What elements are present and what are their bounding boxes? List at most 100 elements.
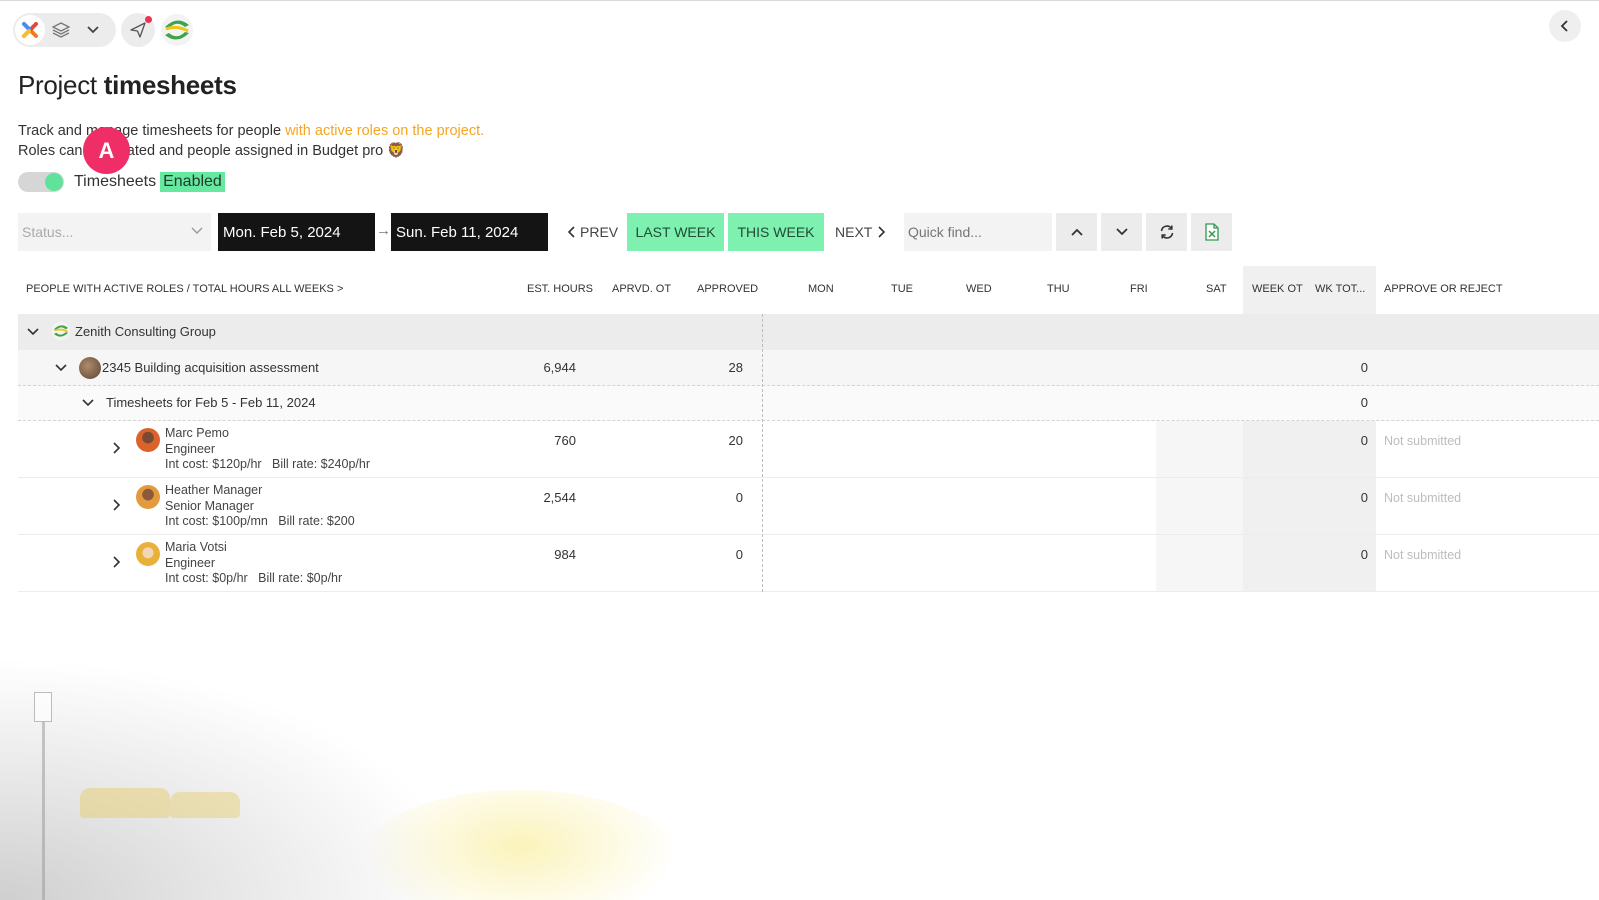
- refresh-icon: [1160, 225, 1173, 239]
- collapse-all-button[interactable]: [1101, 213, 1142, 251]
- person-role: Senior Manager: [165, 498, 254, 513]
- date-range-arrow: →: [376, 222, 391, 239]
- person-rates: Int cost: $0p/hr Bill rate: $0p/hr: [165, 571, 343, 586]
- person-est-hours: 760: [554, 433, 576, 448]
- person-wk-total: 0: [1360, 547, 1368, 562]
- chevron-right-icon[interactable]: [112, 442, 121, 454]
- quick-find-input[interactable]: [904, 213, 1052, 251]
- annotation-marker: A: [83, 127, 130, 174]
- layers-icon[interactable]: [45, 14, 77, 46]
- filter-bar: Status... Mon. Feb 5, 2024 → Sun. Feb 11…: [18, 213, 1238, 251]
- expand-all-button[interactable]: [1056, 213, 1097, 251]
- header-wk-total: WK TOT...: [1315, 283, 1366, 295]
- person-name[interactable]: Maria Votsi: [165, 540, 342, 556]
- avatar: [136, 428, 160, 452]
- group-row[interactable]: Zenith Consulting Group: [18, 314, 1599, 350]
- project-approved: 28: [728, 360, 743, 375]
- company-logo-icon: [51, 321, 71, 341]
- project-row[interactable]: 2345 Building acquisition assessment 6,9…: [18, 350, 1599, 386]
- person-details: Marc Pemo Engineer Int cost: $120p/hr Bi…: [165, 426, 370, 473]
- project-wk-total: 0: [1360, 360, 1368, 375]
- person-approved: 0: [735, 490, 743, 505]
- avatar: [136, 485, 160, 509]
- person-role: Engineer: [165, 555, 216, 570]
- header-thu: THU: [1047, 283, 1070, 295]
- timesheets-label: Timesheets: [74, 173, 157, 190]
- header-wed: WED: [966, 283, 992, 295]
- active-roles-highlight: with active roles on the project.: [285, 123, 485, 139]
- status-select[interactable]: Status...: [18, 213, 211, 251]
- person-approved: 0: [735, 547, 743, 562]
- table-row[interactable]: Marc Pemo Engineer Int cost: $120p/hr Bi…: [18, 421, 1599, 478]
- status-badge: Not submitted: [1384, 548, 1462, 562]
- send-icon: [130, 22, 146, 38]
- chevron-down-icon: [191, 227, 203, 234]
- top-border: [0, 0, 1599, 1]
- person-name[interactable]: Heather Manager: [165, 483, 355, 499]
- project-name: 2345 Building acquisition assessment: [102, 360, 319, 375]
- send-button[interactable]: [121, 13, 155, 47]
- timesheets-toggle[interactable]: [18, 172, 64, 192]
- export-excel-button[interactable]: [1191, 213, 1232, 251]
- person-name[interactable]: Marc Pemo: [165, 426, 370, 442]
- project-est-hours: 6,944: [543, 360, 576, 375]
- refresh-button[interactable]: [1146, 213, 1187, 251]
- background-photo: [0, 600, 760, 900]
- table-row[interactable]: Heather Manager Senior Manager Int cost:…: [18, 478, 1599, 535]
- company-logo-icon[interactable]: [160, 13, 194, 47]
- person-role: Engineer: [165, 441, 216, 456]
- chevron-left-icon: [1560, 20, 1568, 32]
- header-mon: MON: [808, 283, 834, 295]
- notification-dot: [145, 16, 152, 23]
- person-details: Maria Votsi Engineer Int cost: $0p/hr Bi…: [165, 540, 342, 587]
- header-people[interactable]: PEOPLE WITH ACTIVE ROLES / TOTAL HOURS A…: [26, 283, 343, 295]
- person-approved: 20: [728, 433, 743, 448]
- person-details: Heather Manager Senior Manager Int cost:…: [165, 483, 355, 530]
- date-from-input[interactable]: Mon. Feb 5, 2024: [218, 213, 375, 251]
- chevron-down-icon[interactable]: [55, 363, 67, 372]
- header-week-ot: WEEK OT: [1252, 283, 1303, 295]
- date-to-input[interactable]: Sun. Feb 11, 2024: [391, 213, 548, 251]
- person-rates: Int cost: $100p/mn Bill rate: $200: [165, 514, 355, 529]
- chevron-up-icon: [1070, 228, 1083, 236]
- period-row[interactable]: Timesheets for Feb 5 - Feb 11, 2024 0: [18, 386, 1599, 421]
- next-week-button[interactable]: NEXT: [835, 213, 886, 251]
- project-avatar: [79, 357, 101, 379]
- page-title: Project timesheets: [18, 70, 237, 100]
- header-aprvd-ot[interactable]: APRVD. OT: [612, 283, 671, 295]
- avatar: [136, 542, 160, 566]
- approved-divider: [762, 314, 763, 592]
- chevron-right-icon[interactable]: [112, 556, 121, 568]
- chevron-down-icon[interactable]: [27, 327, 39, 336]
- enabled-badge: Enabled: [160, 172, 225, 192]
- chevron-down-icon[interactable]: [77, 14, 109, 46]
- header-fri: FRI: [1130, 283, 1148, 295]
- collapse-panel-button[interactable]: [1549, 10, 1581, 42]
- person-rates: Int cost: $120p/hr Bill rate: $240p/hr: [165, 457, 370, 472]
- header-est-hours[interactable]: EST. HOURS: [527, 283, 593, 295]
- status-badge: Not submitted: [1384, 434, 1462, 448]
- prev-week-button[interactable]: PREV: [567, 213, 618, 251]
- period-wk-total: 0: [1360, 395, 1368, 410]
- header-approve-reject: APPROVE OR REJECT: [1384, 283, 1503, 295]
- app-switcher: [13, 13, 116, 47]
- table-header: PEOPLE WITH ACTIVE ROLES / TOTAL HOURS A…: [18, 266, 1599, 314]
- header-approved[interactable]: APPROVED: [697, 283, 758, 295]
- table-row[interactable]: Maria Votsi Engineer Int cost: $0p/hr Bi…: [18, 535, 1599, 592]
- chevron-right-icon: [878, 226, 886, 238]
- chevron-down-icon[interactable]: [82, 398, 94, 407]
- chevron-left-icon: [567, 226, 575, 238]
- group-name: Zenith Consulting Group: [75, 324, 216, 339]
- person-wk-total: 0: [1360, 490, 1368, 505]
- status-badge: Not submitted: [1384, 491, 1462, 505]
- person-est-hours: 984: [554, 547, 576, 562]
- person-est-hours: 2,544: [543, 490, 576, 505]
- period-name: Timesheets for Feb 5 - Feb 11, 2024: [106, 395, 316, 410]
- last-week-button[interactable]: LAST WEEK: [627, 213, 724, 251]
- person-wk-total: 0: [1360, 433, 1368, 448]
- this-week-button[interactable]: THIS WEEK: [728, 213, 824, 251]
- chevron-right-icon[interactable]: [112, 499, 121, 511]
- timesheets-toggle-row: Timesheets Enabled: [18, 172, 225, 192]
- header-tue: TUE: [891, 283, 913, 295]
- app-logo-icon[interactable]: [15, 15, 45, 45]
